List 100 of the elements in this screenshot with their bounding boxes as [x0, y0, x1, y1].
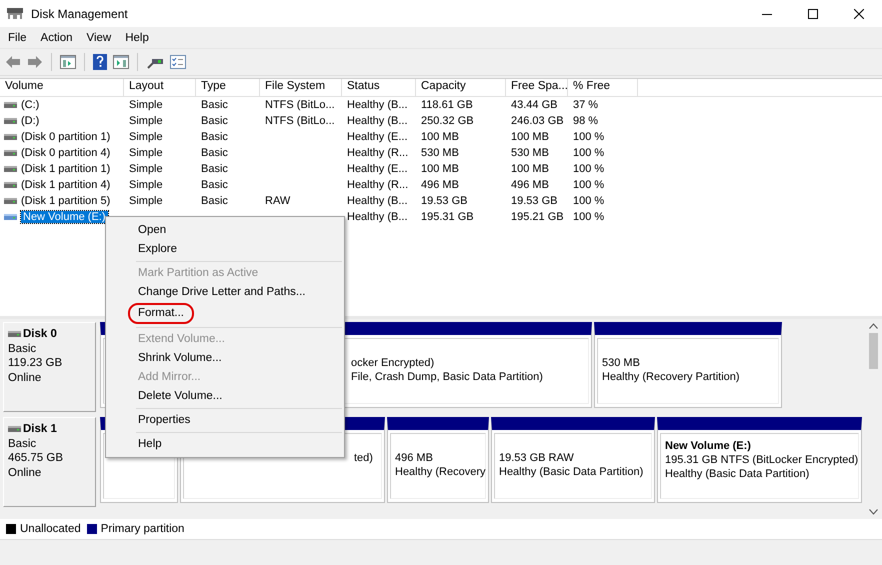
- partition-text: ocker Encrypted): [351, 356, 436, 370]
- partition-text: Healthy (Recovery Partition): [602, 370, 741, 384]
- table-cell: 43.44 GB: [511, 99, 558, 111]
- table-cell: NTFS (BitLo...: [265, 99, 335, 111]
- menu-item[interactable]: Explore: [134, 241, 181, 258]
- partition-text: 19.53 GB RAW: [499, 451, 575, 465]
- table-cell: Basic: [201, 131, 228, 143]
- table-cell[interactable]: New Volume (E:): [21, 211, 108, 223]
- partition-text: Healthy (Basic Data Partition): [499, 465, 644, 479]
- maximize-icon[interactable]: [808, 8, 818, 18]
- table-cell: 496 MB: [511, 179, 549, 191]
- column-header[interactable]: File System: [260, 79, 342, 96]
- table-cell: Healthy (B...: [347, 115, 408, 127]
- table-cell: Simple: [129, 179, 163, 191]
- table-cell: 100 %: [573, 195, 604, 207]
- menu-item[interactable]: Change Drive Letter and Paths...: [134, 284, 310, 301]
- column-header[interactable]: % Free: [568, 79, 638, 96]
- table-cell: 118.61 GB: [421, 99, 473, 111]
- partition-block[interactable]: 496 MB Healthy (Recovery: [387, 417, 489, 503]
- table-cell: Healthy (B...: [347, 195, 408, 207]
- partition-block[interactable]: 530 MB Healthy (Recovery Partition): [594, 322, 782, 408]
- table-cell[interactable]: (D:): [21, 115, 40, 127]
- partition-text: Healthy (Basic Data Partition): [665, 467, 810, 481]
- table-cell: Healthy (B...: [347, 99, 408, 111]
- menu-item[interactable]: File: [1, 30, 34, 46]
- drive-icon: [4, 118, 17, 124]
- table-cell: 100 %: [573, 163, 604, 175]
- table-cell: 195.31 GB: [421, 211, 474, 223]
- checklist-icon[interactable]: [170, 55, 186, 69]
- drive-icon: [4, 150, 17, 156]
- table-cell[interactable]: (Disk 0 partition 4): [21, 147, 110, 159]
- table-cell: 100 MB: [511, 163, 549, 175]
- table-cell: 100 MB: [511, 131, 549, 143]
- menu-item[interactable]: Help: [118, 30, 156, 46]
- table-cell: Simple: [129, 131, 163, 143]
- forward-arrow-icon[interactable]: [27, 55, 43, 69]
- table-cell: 195.21 GB: [511, 211, 564, 223]
- table-cell: Basic: [201, 99, 228, 111]
- table-cell: Basic: [201, 195, 228, 207]
- drive-icon: [8, 331, 21, 338]
- column-header[interactable]: Layout: [124, 79, 196, 96]
- partition-block[interactable]: 19.53 GB RAW Healthy (Basic Data Partition): [491, 417, 655, 503]
- disk-info-panel[interactable]: Disk 0 Basic 119.23 GB Online: [3, 322, 96, 412]
- table-cell: 19.53 GB: [511, 195, 558, 207]
- table-cell: Simple: [129, 163, 163, 175]
- table-cell[interactable]: (Disk 1 partition 5): [21, 195, 110, 207]
- disk-name: Disk 0: [23, 327, 57, 342]
- table-cell: Healthy (R...: [347, 147, 408, 159]
- drive-icon: [8, 426, 21, 432]
- scroll-down-icon[interactable]: [868, 509, 878, 515]
- close-icon[interactable]: [854, 8, 864, 18]
- column-header[interactable]: Capacity: [416, 79, 506, 96]
- scroll-up-icon[interactable]: [868, 323, 878, 329]
- help-icon[interactable]: [93, 54, 107, 70]
- table-cell[interactable]: (Disk 1 partition 4): [21, 179, 110, 191]
- menu-item[interactable]: Open: [134, 222, 170, 239]
- back-arrow-icon[interactable]: [5, 55, 21, 69]
- table-cell: 98 %: [573, 115, 598, 127]
- partition-block[interactable]: New Volume (E:) 195.31 GB NTFS (BitLocker Encrypted) Healthy (Basic Data Partition): [657, 417, 862, 503]
- column-header[interactable]: Free Spa...: [506, 79, 568, 96]
- table-cell[interactable]: (Disk 1 partition 1): [21, 163, 110, 175]
- panel-icon[interactable]: [60, 55, 76, 69]
- scrollbar-thumb[interactable]: [868, 333, 878, 369]
- menu-item[interactable]: Action: [34, 30, 80, 46]
- partition-text: 496 MB: [395, 451, 434, 465]
- partition-text: Healthy (Recovery: [395, 465, 485, 479]
- partition-text: ted): [354, 451, 374, 465]
- column-header[interactable]: Status: [342, 79, 416, 96]
- legend-label: Unallocated: [20, 523, 81, 535]
- column-header[interactable]: Volume: [0, 79, 124, 96]
- table-cell: 496 MB: [421, 179, 459, 191]
- table-cell: Simple: [129, 99, 163, 111]
- table-cell: 37 %: [573, 99, 598, 111]
- partition-text: 530 MB: [602, 356, 641, 370]
- menu-item[interactable]: Format...: [128, 303, 194, 324]
- disk-info-panel[interactable]: Disk 1 Basic 465.75 GB Online: [3, 417, 96, 507]
- app-icon: [7, 8, 23, 20]
- table-cell: 100 MB: [421, 163, 459, 175]
- column-header[interactable]: Type: [196, 79, 260, 96]
- table-cell: 530 MB: [511, 147, 549, 159]
- table-cell: Healthy (B...: [347, 211, 408, 223]
- table-cell: RAW: [265, 195, 290, 207]
- table-cell: 100 %: [573, 179, 604, 191]
- panel-icon[interactable]: [113, 55, 129, 69]
- table-cell[interactable]: (Disk 0 partition 1): [21, 131, 110, 143]
- disk-detail: 119.23 GB: [8, 356, 64, 370]
- table-cell: 246.03 GB: [511, 115, 564, 127]
- disk-detail: Basic: [8, 342, 38, 356]
- table-cell[interactable]: (C:): [21, 99, 40, 111]
- partition-text: 195.31 GB NTFS (BitLocker Encrypted): [665, 453, 858, 467]
- table-cell: Healthy (E...: [347, 131, 408, 143]
- table-cell: Basic: [201, 115, 228, 127]
- menu-item[interactable]: View: [80, 30, 118, 46]
- table-cell: 100 %: [573, 147, 604, 159]
- table-cell: Basic: [201, 179, 228, 191]
- table-cell: 19.53 GB: [421, 195, 468, 207]
- disk-detail: Online: [8, 466, 42, 480]
- menu-item[interactable]: Help: [134, 436, 166, 453]
- table-cell: Healthy (E...: [347, 163, 408, 175]
- drive-icon: [4, 102, 17, 108]
